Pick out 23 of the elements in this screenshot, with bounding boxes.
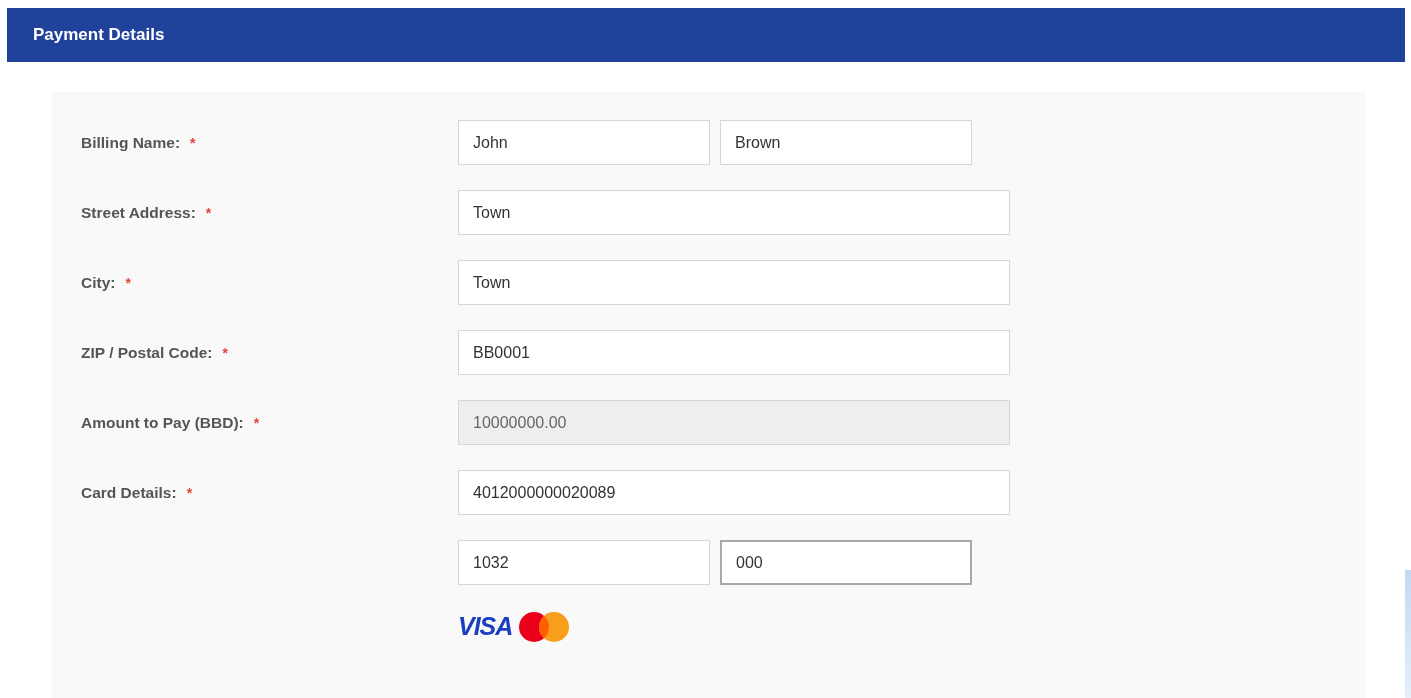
required-asterisk: * — [125, 274, 131, 291]
required-asterisk: * — [190, 134, 196, 151]
visa-logo: VISA — [458, 612, 513, 641]
required-asterisk: * — [222, 344, 228, 361]
required-asterisk: * — [205, 204, 212, 221]
input-field[interactable]: Town — [458, 260, 1010, 305]
input-field[interactable]: BB0001 — [458, 330, 1010, 375]
field-label: City: — [81, 273, 116, 292]
field-label: Street Address: — [81, 203, 196, 222]
input-field[interactable]: Brown — [720, 120, 972, 165]
required-asterisk: * — [186, 484, 193, 501]
input-field[interactable]: 1032 — [458, 540, 710, 585]
input-field[interactable]: John — [458, 120, 710, 165]
input-field[interactable]: 000 — [720, 540, 972, 585]
field-label: ZIP / Postal Code: — [81, 343, 213, 362]
field-label: Billing Name: — [81, 133, 181, 152]
field-label: Card Details: — [81, 483, 177, 502]
required-asterisk: * — [253, 414, 260, 431]
input-field[interactable]: Town — [458, 190, 1010, 235]
section-title: Payment Details — [33, 25, 165, 45]
overlapping-circles-icon — [518, 610, 571, 643]
input-field[interactable]: 4012000000020089 — [458, 470, 1010, 515]
field-label: Amount to Pay (BBD): — [81, 413, 244, 432]
